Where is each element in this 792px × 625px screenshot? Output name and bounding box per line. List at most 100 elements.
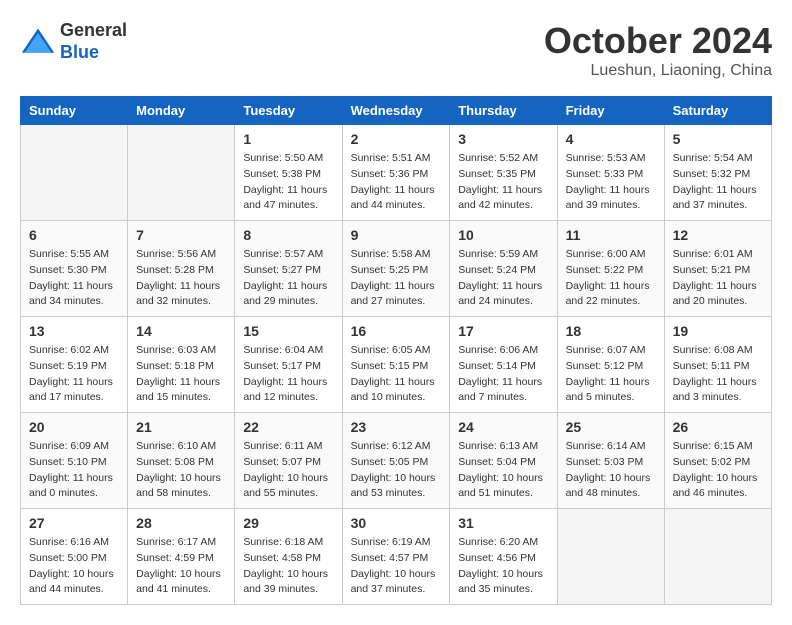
- day-info: Sunrise: 6:02 AMSunset: 5:19 PMDaylight:…: [29, 343, 119, 406]
- calendar-cell: 1 Sunrise: 5:50 AMSunset: 5:38 PMDaylight…: [235, 125, 342, 221]
- calendar-week-row: 6 Sunrise: 5:55 AMSunset: 5:30 PMDaylight…: [21, 221, 772, 317]
- calendar-cell: 21Sunrise: 6:10 AMSunset: 5:08 PMDayligh…: [128, 413, 235, 509]
- calendar-cell: 3 Sunrise: 5:52 AMSunset: 5:35 PMDaylight…: [450, 125, 557, 221]
- weekday-header-saturday: Saturday: [664, 97, 771, 125]
- weekday-header-thursday: Thursday: [450, 97, 557, 125]
- calendar-cell: 7 Sunrise: 5:56 AMSunset: 5:28 PMDaylight…: [128, 221, 235, 317]
- weekday-header-row: SundayMondayTuesdayWednesdayThursdayFrid…: [21, 97, 772, 125]
- day-info: Sunrise: 5:58 AMSunset: 5:25 PMDaylight:…: [351, 247, 442, 310]
- day-info: Sunrise: 5:51 AMSunset: 5:36 PMDaylight:…: [351, 151, 442, 214]
- day-number: 2: [351, 131, 442, 147]
- day-number: 17: [458, 323, 548, 339]
- day-number: 25: [566, 419, 656, 435]
- calendar-week-row: 1 Sunrise: 5:50 AMSunset: 5:38 PMDaylight…: [21, 125, 772, 221]
- calendar-cell: 13 Sunrise: 6:02 AMSunset: 5:19 PMDayligh…: [21, 317, 128, 413]
- calendar-cell: 8 Sunrise: 5:57 AMSunset: 5:27 PMDaylight…: [235, 221, 342, 317]
- day-info: Sunrise: 6:17 AMSunset: 4:59 PMDaylight:…: [136, 535, 226, 598]
- calendar-cell: 22 Sunrise: 6:11 AMSunset: 5:07 PMDayligh…: [235, 413, 342, 509]
- calendar-cell: [128, 125, 235, 221]
- day-info: Sunrise: 6:20 AMSunset: 4:56 PMDaylight:…: [458, 535, 548, 598]
- calendar-cell: 10 Sunrise: 5:59 AMSunset: 5:24 PMDayligh…: [450, 221, 557, 317]
- calendar-cell: 14 Sunrise: 6:03 AMSunset: 5:18 PMDayligh…: [128, 317, 235, 413]
- day-number: 1: [243, 131, 333, 147]
- calendar-week-row: 20Sunrise: 6:09 AMSunset: 5:10 PMDayligh…: [21, 413, 772, 509]
- day-number: 4: [566, 131, 656, 147]
- calendar-cell: 12Sunrise: 6:01 AMSunset: 5:21 PMDayligh…: [664, 221, 771, 317]
- day-info: Sunrise: 5:57 AMSunset: 5:27 PMDaylight:…: [243, 247, 333, 310]
- day-number: 21: [136, 419, 226, 435]
- day-info: Sunrise: 5:55 AMSunset: 5:30 PMDaylight:…: [29, 247, 119, 310]
- title-block: October 2024 Lueshun, Liaoning, China: [544, 20, 772, 80]
- calendar-cell: [664, 509, 771, 605]
- weekday-header-sunday: Sunday: [21, 97, 128, 125]
- calendar-cell: 6 Sunrise: 5:55 AMSunset: 5:30 PMDaylight…: [21, 221, 128, 317]
- day-info: Sunrise: 6:06 AMSunset: 5:14 PMDaylight:…: [458, 343, 548, 406]
- calendar-cell: 15 Sunrise: 6:04 AMSunset: 5:17 PMDayligh…: [235, 317, 342, 413]
- day-info: Sunrise: 6:12 AMSunset: 5:05 PMDaylight:…: [351, 439, 442, 502]
- day-info: Sunrise: 5:54 AMSunset: 5:32 PMDaylight:…: [673, 151, 763, 214]
- calendar-cell: [21, 125, 128, 221]
- day-info: Sunrise: 6:08 AMSunset: 5:11 PMDaylight:…: [673, 343, 763, 406]
- day-number: 19: [673, 323, 763, 339]
- day-info: Sunrise: 5:52 AMSunset: 5:35 PMDaylight:…: [458, 151, 548, 214]
- calendar-cell: 26Sunrise: 6:15 AMSunset: 5:02 PMDayligh…: [664, 413, 771, 509]
- calendar-week-row: 13 Sunrise: 6:02 AMSunset: 5:19 PMDayligh…: [21, 317, 772, 413]
- day-info: Sunrise: 5:53 AMSunset: 5:33 PMDaylight:…: [566, 151, 656, 214]
- calendar-cell: 28Sunrise: 6:17 AMSunset: 4:59 PMDayligh…: [128, 509, 235, 605]
- calendar-cell: 24 Sunrise: 6:13 AMSunset: 5:04 PMDayligh…: [450, 413, 557, 509]
- day-info: Sunrise: 5:59 AMSunset: 5:24 PMDaylight:…: [458, 247, 548, 310]
- calendar-cell: [557, 509, 664, 605]
- calendar-table: SundayMondayTuesdayWednesdayThursdayFrid…: [20, 96, 772, 605]
- calendar-cell: 31 Sunrise: 6:20 AMSunset: 4:56 PMDayligh…: [450, 509, 557, 605]
- day-info: Sunrise: 6:00 AMSunset: 5:22 PMDaylight:…: [566, 247, 656, 310]
- calendar-cell: 2 Sunrise: 5:51 AMSunset: 5:36 PMDaylight…: [342, 125, 450, 221]
- calendar-cell: 17 Sunrise: 6:06 AMSunset: 5:14 PMDayligh…: [450, 317, 557, 413]
- day-number: 22: [243, 419, 333, 435]
- month-title: October 2024: [544, 20, 772, 62]
- day-number: 7: [136, 227, 226, 243]
- day-number: 13: [29, 323, 119, 339]
- weekday-header-tuesday: Tuesday: [235, 97, 342, 125]
- weekday-header-wednesday: Wednesday: [342, 97, 450, 125]
- calendar-cell: 5 Sunrise: 5:54 AMSunset: 5:32 PMDaylight…: [664, 125, 771, 221]
- day-info: Sunrise: 6:07 AMSunset: 5:12 PMDaylight:…: [566, 343, 656, 406]
- logo-icon: [20, 24, 56, 60]
- day-number: 31: [458, 515, 548, 531]
- day-info: Sunrise: 6:11 AMSunset: 5:07 PMDaylight:…: [243, 439, 333, 502]
- day-number: 10: [458, 227, 548, 243]
- day-number: 5: [673, 131, 763, 147]
- calendar-cell: 11 Sunrise: 6:00 AMSunset: 5:22 PMDayligh…: [557, 221, 664, 317]
- day-info: Sunrise: 6:03 AMSunset: 5:18 PMDaylight:…: [136, 343, 226, 406]
- day-number: 6: [29, 227, 119, 243]
- day-number: 27: [29, 515, 119, 531]
- day-number: 11: [566, 227, 656, 243]
- calendar-cell: 19 Sunrise: 6:08 AMSunset: 5:11 PMDayligh…: [664, 317, 771, 413]
- calendar-cell: 27Sunrise: 6:16 AMSunset: 5:00 PMDayligh…: [21, 509, 128, 605]
- day-number: 3: [458, 131, 548, 147]
- day-info: Sunrise: 6:15 AMSunset: 5:02 PMDaylight:…: [673, 439, 763, 502]
- day-info: Sunrise: 6:18 AMSunset: 4:58 PMDaylight:…: [243, 535, 333, 598]
- day-info: Sunrise: 6:04 AMSunset: 5:17 PMDaylight:…: [243, 343, 333, 406]
- day-number: 20: [29, 419, 119, 435]
- logo: General Blue: [20, 20, 127, 63]
- day-info: Sunrise: 6:14 AMSunset: 5:03 PMDaylight:…: [566, 439, 656, 502]
- location: Lueshun, Liaoning, China: [544, 62, 772, 80]
- weekday-header-friday: Friday: [557, 97, 664, 125]
- day-info: Sunrise: 6:01 AMSunset: 5:21 PMDaylight:…: [673, 247, 763, 310]
- page-header: General Blue October 2024 Lueshun, Liaon…: [20, 20, 772, 80]
- day-number: 16: [351, 323, 442, 339]
- day-number: 24: [458, 419, 548, 435]
- day-number: 14: [136, 323, 226, 339]
- day-number: 23: [351, 419, 442, 435]
- day-info: Sunrise: 6:13 AMSunset: 5:04 PMDaylight:…: [458, 439, 548, 502]
- day-number: 9: [351, 227, 442, 243]
- day-number: 8: [243, 227, 333, 243]
- day-info: Sunrise: 6:19 AMSunset: 4:57 PMDaylight:…: [351, 535, 442, 598]
- day-number: 18: [566, 323, 656, 339]
- day-info: Sunrise: 5:50 AMSunset: 5:38 PMDaylight:…: [243, 151, 333, 214]
- calendar-cell: 23 Sunrise: 6:12 AMSunset: 5:05 PMDayligh…: [342, 413, 450, 509]
- day-number: 15: [243, 323, 333, 339]
- day-number: 29: [243, 515, 333, 531]
- day-info: Sunrise: 5:56 AMSunset: 5:28 PMDaylight:…: [136, 247, 226, 310]
- calendar-cell: 18 Sunrise: 6:07 AMSunset: 5:12 PMDayligh…: [557, 317, 664, 413]
